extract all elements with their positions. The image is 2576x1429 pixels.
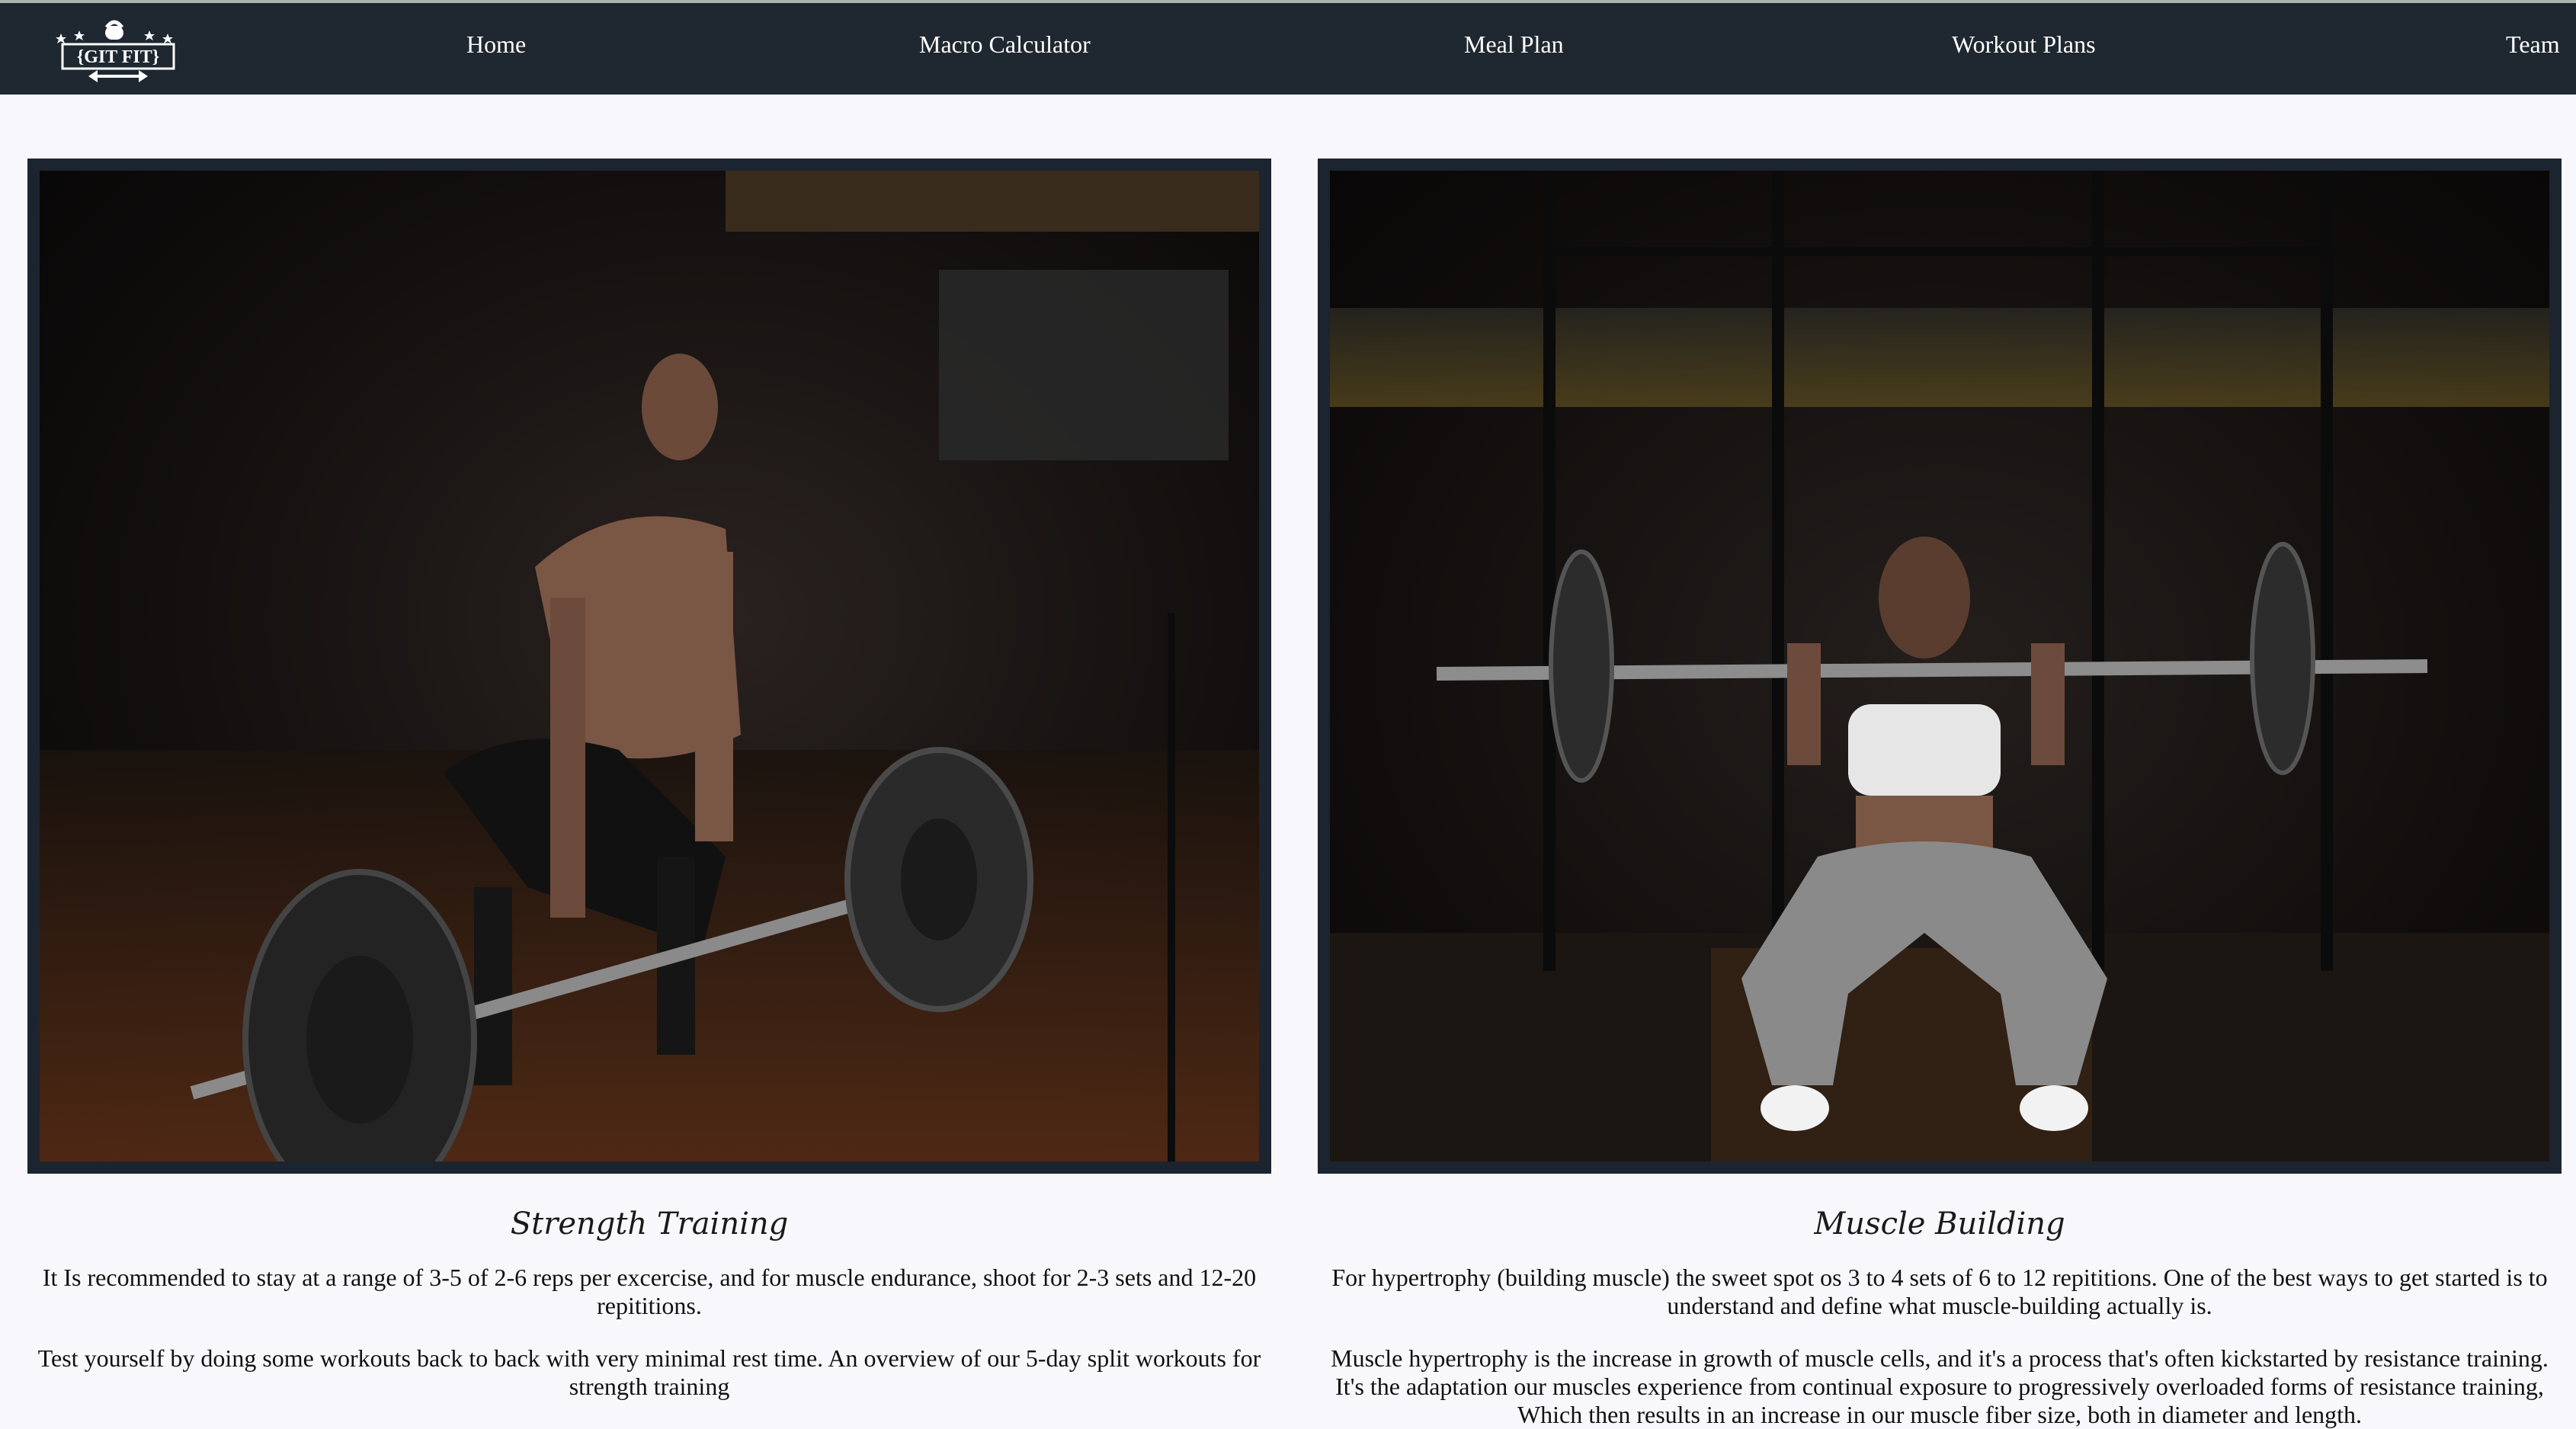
muscle-building-photo-frame	[1318, 159, 2562, 1174]
muscle-building-paragraph-2: Muscle hypertrophy is the increase in gr…	[1331, 1344, 2549, 1428]
strength-training-paragraph-2: Test yourself by doing some workouts bac…	[37, 1344, 1261, 1400]
deadlift-image	[40, 171, 1259, 1161]
strength-training-paragraph-1: It Is recommended to stay at a range of …	[42, 1264, 1257, 1319]
strength-training-title: Strength Training	[510, 1206, 789, 1242]
nav-team-link[interactable]: Team	[2506, 29, 2560, 59]
nav-macro-calculator-link[interactable]: Macro Calculator	[919, 29, 1091, 59]
strength-training-photo-frame	[27, 159, 1271, 1174]
nav-meal-plan-link[interactable]: Meal Plan	[1464, 29, 1564, 59]
muscle-building-paragraph-1: For hypertrophy (building muscle) the sw…	[1331, 1264, 2548, 1319]
svg-text:{GIT FIT}: {GIT FIT}	[77, 47, 160, 67]
front-squat-image	[1330, 171, 2549, 1161]
muscle-building-card: Muscle Building For hypertrophy (buildin…	[1318, 159, 2562, 1429]
strength-training-photo	[40, 171, 1259, 1161]
nav-workout-plans-link[interactable]: Workout Plans	[1952, 29, 2096, 59]
git-fit-logo[interactable]: {GIT FIT}	[53, 17, 183, 85]
muscle-building-title: Muscle Building	[1814, 1206, 2065, 1242]
navbar: {GIT FIT} Home Macro Calculator Meal Pla…	[0, 3, 2576, 95]
nav-home-link[interactable]: Home	[466, 29, 526, 59]
strength-training-card: Strength Training It Is recommended to s…	[27, 159, 1271, 1401]
kettlebell-logo-icon: {GIT FIT}	[56, 20, 175, 82]
muscle-building-photo	[1330, 171, 2549, 1161]
